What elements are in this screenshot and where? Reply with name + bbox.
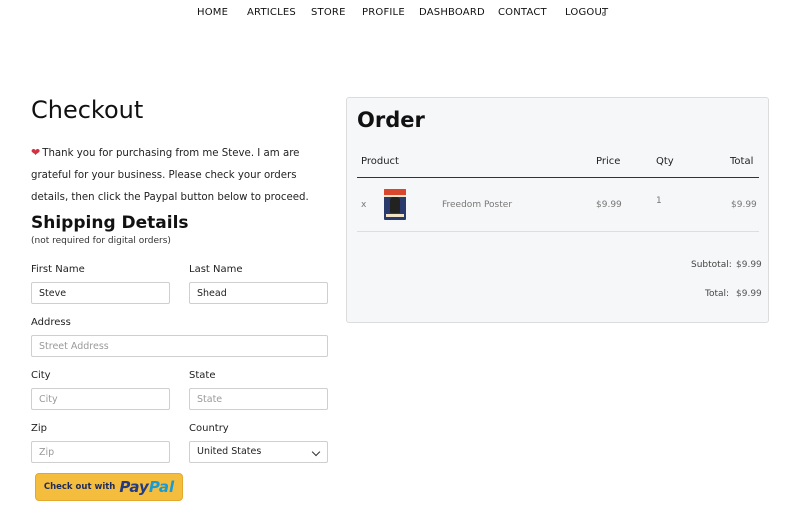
col-qty: Qty [656,156,674,167]
total-label: Total: [705,289,730,299]
paypal-button-text: Check out with [43,482,116,492]
first-name-label: First Name [31,264,85,275]
col-total: Total [730,156,754,167]
subtotal-label: Subtotal: [691,260,732,270]
shipping-subtitle: (not required for digital orders) [31,236,171,246]
chevron-down-icon [311,447,321,457]
top-nav: HOME ARTICLES STORE PROFILE DASHBOARD CO… [0,0,800,26]
page-title: Checkout [31,96,144,124]
product-thumbnail[interactable] [384,189,406,220]
intro-text: Thank you for purchasing from me Steve. … [31,148,309,203]
address-field[interactable] [31,335,328,357]
shipping-title: Shipping Details [31,213,189,233]
subtotal-value: $9.99 [736,260,762,270]
address-label: Address [31,317,71,328]
product-total: $9.99 [731,200,757,210]
col-product: Product [361,156,399,167]
col-price: Price [596,156,621,167]
nav-profile[interactable]: PROFILE [362,7,405,18]
nav-contact[interactable]: CONTACT [498,7,547,18]
last-name-label: Last Name [189,264,243,275]
order-title: Order [357,108,425,132]
country-select-value: United States [197,446,262,457]
city-label: City [31,370,51,381]
nav-dashboard[interactable]: DASHBOARD [419,7,485,18]
nav-home[interactable]: HOME [197,7,228,18]
logout-indicator-icon [602,12,606,16]
zip-field[interactable] [31,441,170,463]
country-label: Country [189,423,229,434]
first-name-field[interactable] [31,282,170,304]
paypal-logo-pal: Pal [148,478,175,496]
row-divider [357,231,759,232]
checkout-intro: ❤ Thank you for purchasing from me Steve.… [31,142,333,209]
paypal-logo-pay: Pay [119,478,149,496]
order-panel: Order Product Price Qty Total x Freedom … [346,97,769,323]
country-select[interactable]: United States [189,441,328,463]
state-field[interactable] [189,388,328,410]
nav-store[interactable]: STORE [311,7,346,18]
product-qty: 1 [656,196,662,206]
city-field[interactable] [31,388,170,410]
total-value: $9.99 [736,289,762,299]
last-name-field[interactable] [189,282,328,304]
paypal-logo: PayPal [119,478,174,496]
zip-label: Zip [31,423,47,434]
state-label: State [189,370,216,381]
nav-articles[interactable]: ARTICLES [247,7,296,18]
paypal-checkout-button[interactable]: Check out with PayPal [35,473,183,501]
heart-icon: ❤ [31,146,41,159]
table-header-divider [357,177,759,178]
product-price: $9.99 [596,200,622,210]
product-name[interactable]: Freedom Poster [442,200,512,210]
remove-item-button[interactable]: x [361,200,366,210]
